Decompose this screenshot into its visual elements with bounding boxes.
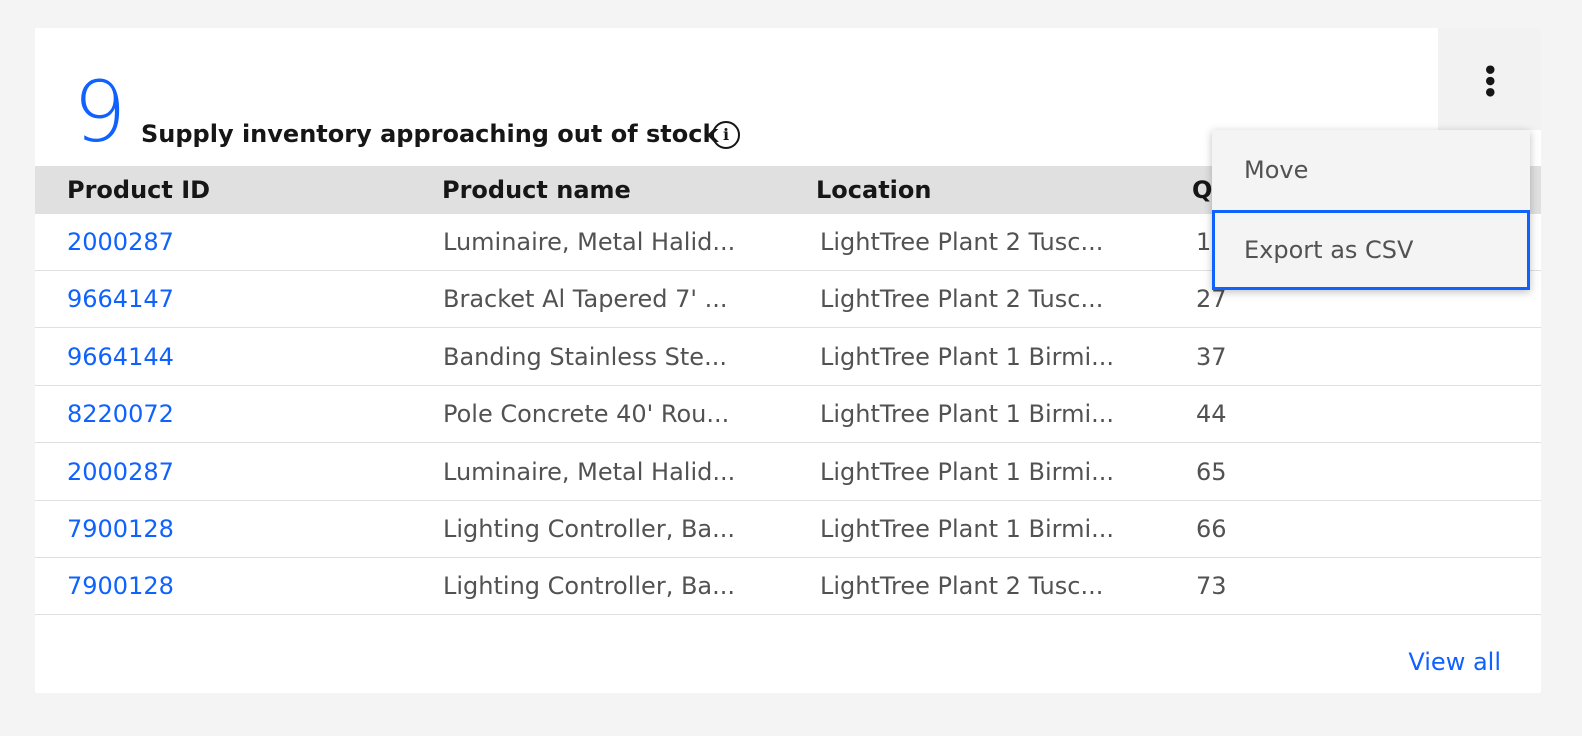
product-name-cell: Lighting Controller, Ba... xyxy=(443,515,736,543)
quantity-cell: 44 xyxy=(1196,400,1227,429)
quantity-cell: 66 xyxy=(1196,515,1227,543)
product-id-link[interactable]: 8220072 xyxy=(67,386,174,443)
location-cell: LightTree Plant 1 Birmi... xyxy=(820,400,1115,429)
table-row: 8220072 Pole Concrete 40' Rou... LightTree… xyxy=(35,386,1541,444)
location-cell: LightTree Plant 2 Tusc... xyxy=(820,572,1104,601)
widget-title: Supply inventory approaching out of stoc… xyxy=(141,120,719,148)
location-cell: LightTree Plant 1 Birmi... xyxy=(820,457,1115,486)
overflow-menu-button[interactable]: ••• xyxy=(1438,28,1541,130)
product-name-cell: Lighting Controller, Ba... xyxy=(443,572,736,601)
quantity-cell: 65 xyxy=(1196,457,1227,486)
overflow-menu-vertical-icon: ••• xyxy=(1475,61,1504,97)
product-name-cell: Pole Concrete 40' Rou... xyxy=(443,400,730,429)
product-name-cell: Luminaire, Metal Halid... xyxy=(443,228,736,256)
product-id-link[interactable]: 9664147 xyxy=(67,271,174,328)
table-row: 2000287 Luminaire, Metal Halid... LightTre… xyxy=(35,444,1541,501)
table-row: 9664144 Banding Stainless Ste... LightTree… xyxy=(35,329,1541,386)
menu-item-move[interactable]: Move xyxy=(1212,130,1530,210)
product-id-link[interactable]: 9664144 xyxy=(67,329,174,386)
column-header-quantity[interactable]: Q xyxy=(1192,166,1212,214)
product-id-link[interactable]: 7900128 xyxy=(67,558,174,615)
product-id-link[interactable]: 2000287 xyxy=(67,444,174,501)
product-name-cell: Banding Stainless Ste... xyxy=(443,342,727,371)
quantity-cell: 1 xyxy=(1196,228,1212,256)
table-row: 7900128 Lighting Controller, Ba... LightTr… xyxy=(35,558,1541,616)
menu-item-export-csv[interactable]: Export as CSV xyxy=(1212,210,1530,290)
quantity-cell: 37 xyxy=(1196,342,1227,371)
location-cell: LightTree Plant 1 Birmi... xyxy=(820,515,1115,543)
product-id-link[interactable]: 7900128 xyxy=(67,501,174,558)
column-header-product-id[interactable]: Product ID xyxy=(67,166,210,214)
inventory-widget-card: 9 Supply inventory approaching out of st… xyxy=(35,28,1541,693)
table-row: 7900128 Lighting Controller, Ba... LightTr… xyxy=(35,501,1541,558)
view-all-link[interactable]: View all xyxy=(1408,648,1501,676)
product-id-link[interactable]: 2000287 xyxy=(67,214,174,271)
location-cell: LightTree Plant 1 Birmi... xyxy=(820,342,1115,371)
stock-count: 9 xyxy=(73,63,126,161)
location-cell: LightTree Plant 2 Tusc... xyxy=(820,228,1104,256)
information-icon[interactable]: i xyxy=(712,121,740,149)
location-cell: LightTree Plant 2 Tusc... xyxy=(820,285,1104,314)
product-name-cell: Bracket Al Tapered 7' ... xyxy=(443,285,728,314)
overflow-menu: Move Export as CSV xyxy=(1212,130,1530,290)
column-header-product-name[interactable]: Product name xyxy=(442,166,631,214)
product-name-cell: Luminaire, Metal Halid... xyxy=(443,457,736,486)
column-header-location[interactable]: Location xyxy=(816,166,931,214)
quantity-cell: 73 xyxy=(1196,572,1227,601)
